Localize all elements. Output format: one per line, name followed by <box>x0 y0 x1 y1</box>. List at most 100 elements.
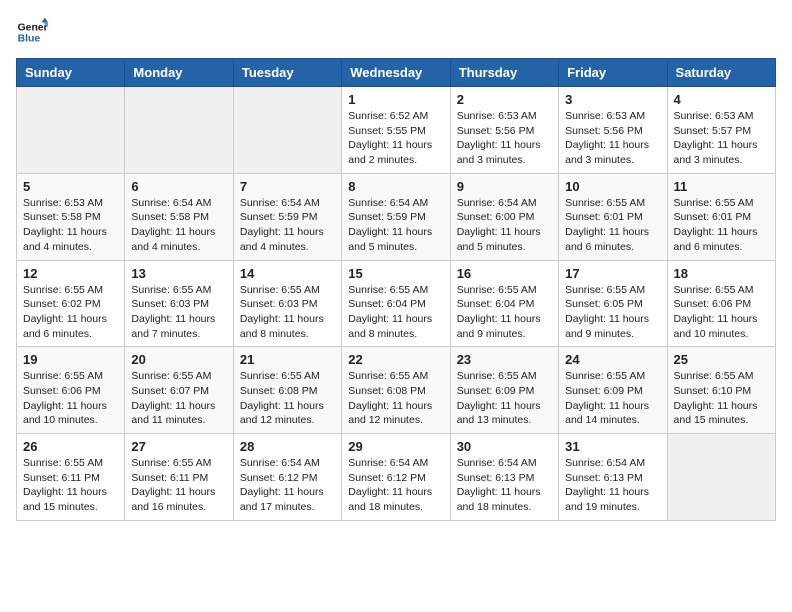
weekday-header: Thursday <box>450 59 558 87</box>
day-number: 10 <box>565 179 660 194</box>
day-info: Sunrise: 6:55 AMSunset: 6:04 PMDaylight:… <box>457 284 541 340</box>
day-info: Sunrise: 6:55 AMSunset: 6:05 PMDaylight:… <box>565 284 649 340</box>
day-number: 5 <box>23 179 118 194</box>
day-info: Sunrise: 6:55 AMSunset: 6:02 PMDaylight:… <box>23 284 107 340</box>
calendar-day-cell: 25 Sunrise: 6:55 AMSunset: 6:10 PMDayligh… <box>667 347 775 434</box>
calendar-table: SundayMondayTuesdayWednesdayThursdayFrid… <box>16 58 776 521</box>
day-info: Sunrise: 6:54 AMSunset: 6:13 PMDaylight:… <box>565 457 649 513</box>
day-info: Sunrise: 6:54 AMSunset: 5:59 PMDaylight:… <box>348 197 432 253</box>
calendar-day-cell: 31 Sunrise: 6:54 AMSunset: 6:13 PMDayligh… <box>559 434 667 521</box>
day-number: 28 <box>240 439 335 454</box>
day-info: Sunrise: 6:53 AMSunset: 5:56 PMDaylight:… <box>457 110 541 166</box>
day-number: 7 <box>240 179 335 194</box>
day-number: 11 <box>674 179 769 194</box>
calendar-day-cell: 21 Sunrise: 6:55 AMSunset: 6:08 PMDayligh… <box>233 347 341 434</box>
day-info: Sunrise: 6:54 AMSunset: 5:59 PMDaylight:… <box>240 197 324 253</box>
calendar-day-cell: 27 Sunrise: 6:55 AMSunset: 6:11 PMDayligh… <box>125 434 233 521</box>
calendar-day-cell: 10 Sunrise: 6:55 AMSunset: 6:01 PMDayligh… <box>559 173 667 260</box>
day-number: 21 <box>240 352 335 367</box>
day-info: Sunrise: 6:53 AMSunset: 5:56 PMDaylight:… <box>565 110 649 166</box>
calendar-day-cell: 16 Sunrise: 6:55 AMSunset: 6:04 PMDayligh… <box>450 260 558 347</box>
day-info: Sunrise: 6:54 AMSunset: 5:58 PMDaylight:… <box>131 197 215 253</box>
svg-text:Blue: Blue <box>18 34 41 45</box>
calendar-day-cell: 5 Sunrise: 6:53 AMSunset: 5:58 PMDaylight… <box>17 173 125 260</box>
calendar-day-cell: 9Sunrise: 6:54 AMSunset: 6:00 PMDaylight… <box>450 173 558 260</box>
day-number: 3 <box>565 92 660 107</box>
day-number: 18 <box>674 266 769 281</box>
day-number: 23 <box>457 352 552 367</box>
day-number: 17 <box>565 266 660 281</box>
day-number: 16 <box>457 266 552 281</box>
day-info: Sunrise: 6:55 AMSunset: 6:01 PMDaylight:… <box>565 197 649 253</box>
day-number: 19 <box>23 352 118 367</box>
calendar-day-cell <box>667 434 775 521</box>
day-info: Sunrise: 6:55 AMSunset: 6:09 PMDaylight:… <box>565 370 649 426</box>
calendar-week-row: 26Sunrise: 6:55 AMSunset: 6:11 PMDayligh… <box>17 434 776 521</box>
calendar-day-cell: 23 Sunrise: 6:55 AMSunset: 6:09 PMDayligh… <box>450 347 558 434</box>
day-info: Sunrise: 6:54 AMSunset: 6:13 PMDaylight:… <box>457 457 541 513</box>
day-number: 14 <box>240 266 335 281</box>
calendar-day-cell <box>125 87 233 174</box>
day-number: 1 <box>348 92 443 107</box>
day-number: 27 <box>131 439 226 454</box>
day-number: 15 <box>348 266 443 281</box>
day-info: Sunrise: 6:55 AMSunset: 6:03 PMDaylight:… <box>131 284 215 340</box>
day-number: 20 <box>131 352 226 367</box>
day-info: Sunrise: 6:55 AMSunset: 6:10 PMDaylight:… <box>674 370 758 426</box>
calendar-day-cell: 7 Sunrise: 6:54 AMSunset: 5:59 PMDaylight… <box>233 173 341 260</box>
day-number: 22 <box>348 352 443 367</box>
day-info: Sunrise: 6:54 AMSunset: 6:12 PMDaylight:… <box>240 457 324 513</box>
calendar-day-cell: 13 Sunrise: 6:55 AMSunset: 6:03 PMDayligh… <box>125 260 233 347</box>
day-info: Sunrise: 6:55 AMSunset: 6:11 PMDaylight:… <box>131 457 215 513</box>
day-number: 12 <box>23 266 118 281</box>
calendar-day-cell: 19 Sunrise: 6:55 AMSunset: 6:06 PMDayligh… <box>17 347 125 434</box>
day-number: 25 <box>674 352 769 367</box>
day-info: Sunrise: 6:55 AMSunset: 6:11 PMDaylight:… <box>23 457 107 513</box>
calendar-day-cell: 18 Sunrise: 6:55 AMSunset: 6:06 PMDayligh… <box>667 260 775 347</box>
calendar-day-cell: 11 Sunrise: 6:55 AMSunset: 6:01 PMDayligh… <box>667 173 775 260</box>
day-number: 13 <box>131 266 226 281</box>
calendar-week-row: 12 Sunrise: 6:55 AMSunset: 6:02 PMDayligh… <box>17 260 776 347</box>
day-number: 9 <box>457 179 552 194</box>
day-info: Sunrise: 6:55 AMSunset: 6:09 PMDaylight:… <box>457 370 541 426</box>
weekday-header: Tuesday <box>233 59 341 87</box>
day-info: Sunrise: 6:55 AMSunset: 6:08 PMDaylight:… <box>240 370 324 426</box>
day-info: Sunrise: 6:52 AMSunset: 5:55 PMDaylight:… <box>348 110 432 166</box>
logo: General Blue <box>16 16 48 48</box>
calendar-day-cell: 26Sunrise: 6:55 AMSunset: 6:11 PMDayligh… <box>17 434 125 521</box>
day-info: Sunrise: 6:55 AMSunset: 6:01 PMDaylight:… <box>674 197 758 253</box>
day-info: Sunrise: 6:53 AMSunset: 5:57 PMDaylight:… <box>674 110 758 166</box>
calendar-day-cell <box>17 87 125 174</box>
day-info: Sunrise: 6:55 AMSunset: 6:07 PMDaylight:… <box>131 370 215 426</box>
weekday-header: Sunday <box>17 59 125 87</box>
weekday-header: Friday <box>559 59 667 87</box>
day-info: Sunrise: 6:55 AMSunset: 6:04 PMDaylight:… <box>348 284 432 340</box>
calendar-day-cell: 29 Sunrise: 6:54 AMSunset: 6:12 PMDayligh… <box>342 434 450 521</box>
calendar-day-cell: 14 Sunrise: 6:55 AMSunset: 6:03 PMDayligh… <box>233 260 341 347</box>
calendar-day-cell <box>233 87 341 174</box>
day-info: Sunrise: 6:55 AMSunset: 6:06 PMDaylight:… <box>674 284 758 340</box>
day-number: 8 <box>348 179 443 194</box>
day-info: Sunrise: 6:55 AMSunset: 6:06 PMDaylight:… <box>23 370 107 426</box>
weekday-header: Wednesday <box>342 59 450 87</box>
day-number: 29 <box>348 439 443 454</box>
day-number: 30 <box>457 439 552 454</box>
calendar-day-cell: 17 Sunrise: 6:55 AMSunset: 6:05 PMDayligh… <box>559 260 667 347</box>
day-number: 4 <box>674 92 769 107</box>
day-info: Sunrise: 6:54 AMSunset: 6:12 PMDaylight:… <box>348 457 432 513</box>
day-info: Sunrise: 6:55 AMSunset: 6:08 PMDaylight:… <box>348 370 432 426</box>
calendar-header-row: SundayMondayTuesdayWednesdayThursdayFrid… <box>17 59 776 87</box>
calendar-week-row: 19 Sunrise: 6:55 AMSunset: 6:06 PMDayligh… <box>17 347 776 434</box>
weekday-header: Monday <box>125 59 233 87</box>
day-number: 31 <box>565 439 660 454</box>
calendar-day-cell: 22 Sunrise: 6:55 AMSunset: 6:08 PMDayligh… <box>342 347 450 434</box>
day-info: Sunrise: 6:55 AMSunset: 6:03 PMDaylight:… <box>240 284 324 340</box>
calendar-day-cell: 1 Sunrise: 6:52 AMSunset: 5:55 PMDaylight… <box>342 87 450 174</box>
day-number: 6 <box>131 179 226 194</box>
day-info: Sunrise: 6:53 AMSunset: 5:58 PMDaylight:… <box>23 197 107 253</box>
day-number: 2 <box>457 92 552 107</box>
calendar-day-cell: 2 Sunrise: 6:53 AMSunset: 5:56 PMDaylight… <box>450 87 558 174</box>
calendar-day-cell: 15 Sunrise: 6:55 AMSunset: 6:04 PMDayligh… <box>342 260 450 347</box>
calendar-day-cell: 6 Sunrise: 6:54 AMSunset: 5:58 PMDaylight… <box>125 173 233 260</box>
day-number: 24 <box>565 352 660 367</box>
